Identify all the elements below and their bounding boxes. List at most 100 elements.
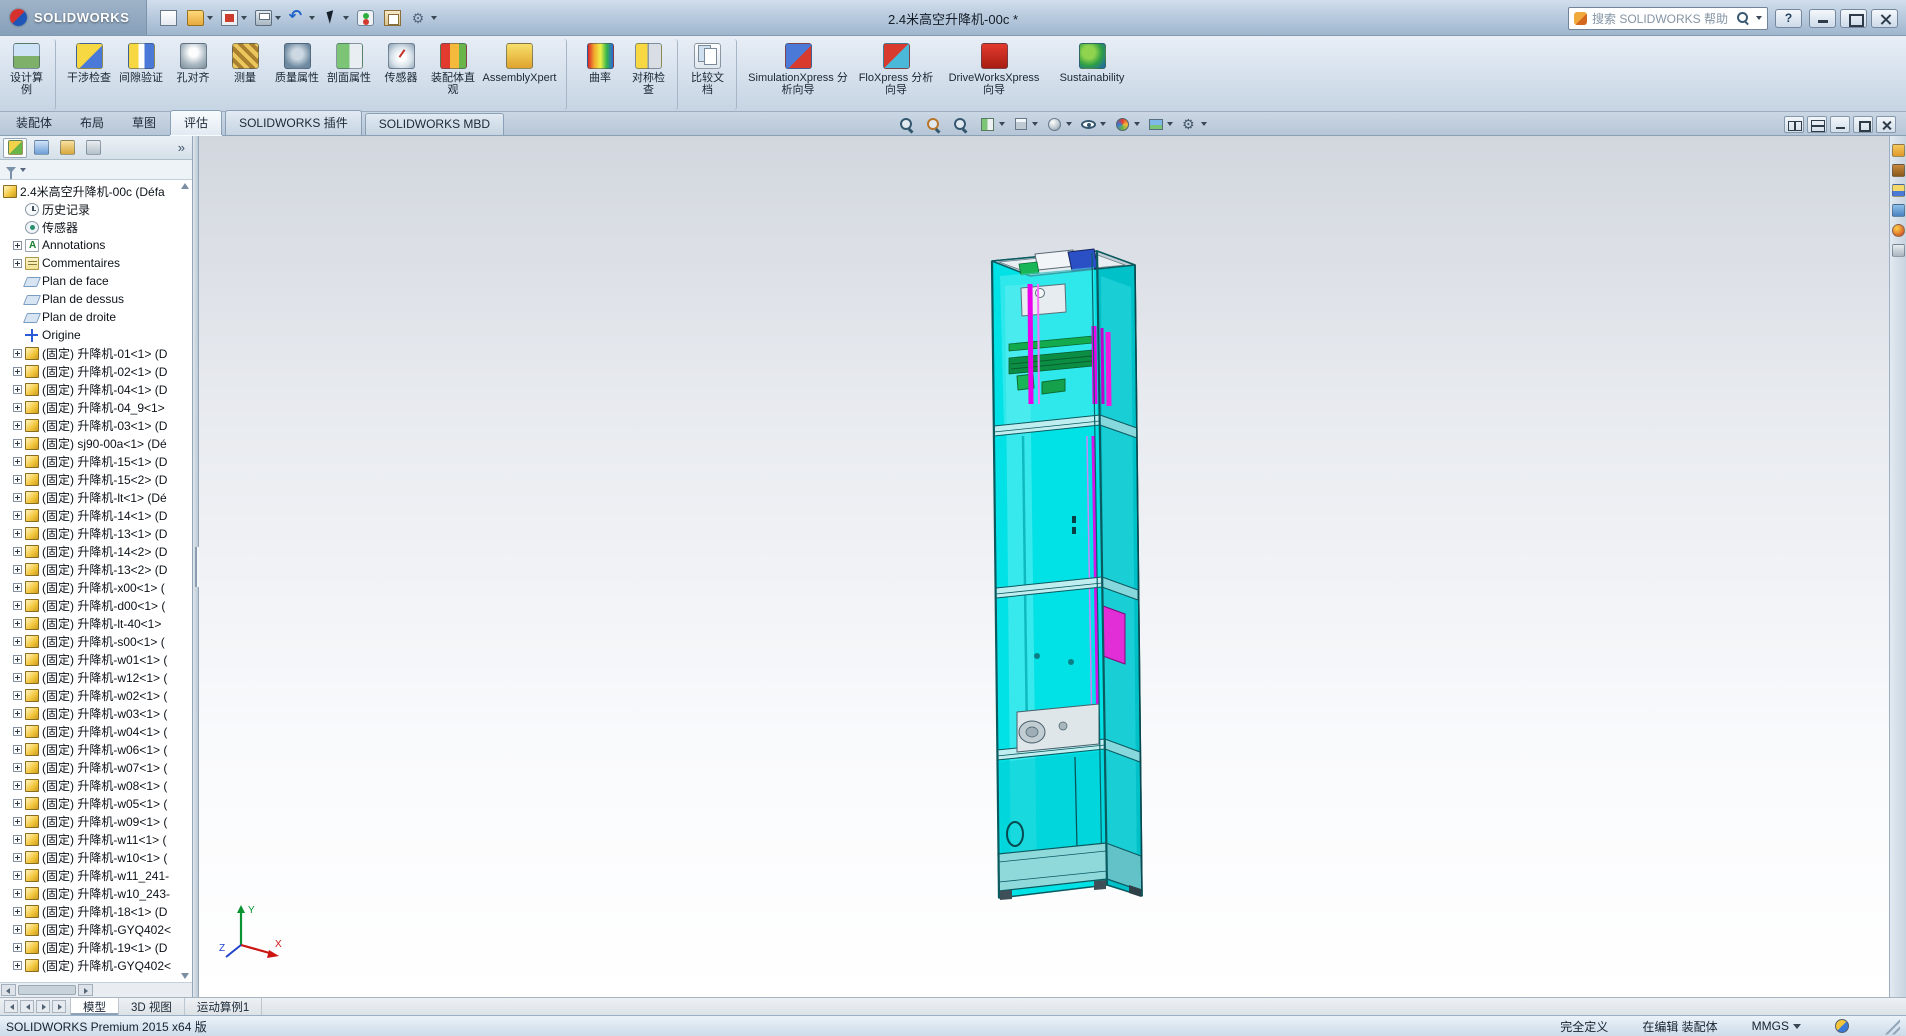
tree-scroll-up-icon[interactable] bbox=[181, 183, 189, 189]
zoom-to-fit-icon[interactable] bbox=[895, 114, 920, 134]
tab-layout[interactable]: 布局 bbox=[66, 110, 118, 135]
tree-item[interactable]: (固定) 升降机-w02<1> ( bbox=[0, 686, 192, 704]
tree-horizontal-scrollbar[interactable] bbox=[0, 982, 192, 997]
tree-item[interactable]: (固定) 升降机-w03<1> ( bbox=[0, 704, 192, 722]
expand-icon[interactable] bbox=[13, 313, 22, 322]
compare-documents-button[interactable]: 比较文档 bbox=[685, 39, 737, 110]
tree-item[interactable]: (固定) 升降机-GYQ402< bbox=[0, 920, 192, 938]
expand-icon[interactable] bbox=[13, 600, 22, 610]
expand-icon[interactable] bbox=[13, 348, 22, 358]
print-icon[interactable] bbox=[252, 8, 284, 28]
graphics-viewport[interactable]: Y X Z bbox=[199, 136, 1889, 997]
design-study-button[interactable]: 设计算例 bbox=[4, 39, 56, 110]
tree-item[interactable]: (固定) 升降机-02<1> (D bbox=[0, 362, 192, 380]
expand-icon[interactable] bbox=[13, 870, 22, 880]
expand-icon[interactable] bbox=[13, 636, 22, 646]
expand-icon[interactable] bbox=[13, 546, 22, 556]
tree-item[interactable]: (固定) 升降机-13<1> (D bbox=[0, 524, 192, 542]
expand-icon[interactable] bbox=[13, 420, 22, 430]
expand-icon[interactable] bbox=[13, 240, 22, 250]
tree-item[interactable]: (固定) 升降机-01<1> (D bbox=[0, 344, 192, 362]
tree-item[interactable]: (固定) 升降机-19<1> (D bbox=[0, 938, 192, 956]
expand-icon[interactable] bbox=[13, 223, 22, 232]
tree-item[interactable]: (固定) 升降机-w09<1> ( bbox=[0, 812, 192, 830]
tree-item[interactable]: (固定) 升降机-w12<1> ( bbox=[0, 668, 192, 686]
select-icon[interactable] bbox=[320, 8, 352, 28]
expand-icon[interactable] bbox=[13, 510, 22, 520]
expand-icon[interactable] bbox=[13, 744, 22, 754]
filter-dropdown-icon[interactable] bbox=[20, 167, 26, 172]
tree-scroll-down-icon[interactable] bbox=[181, 973, 189, 979]
next-tab-icon[interactable] bbox=[36, 1000, 50, 1013]
tab-sketch[interactable]: 草图 bbox=[118, 110, 170, 135]
expand-icon[interactable] bbox=[13, 205, 22, 214]
expand-icon[interactable] bbox=[13, 780, 22, 790]
display-style-icon[interactable] bbox=[1043, 114, 1075, 134]
tab-evaluate[interactable]: 评估 bbox=[170, 110, 223, 135]
expand-icon[interactable] bbox=[13, 708, 22, 718]
mass-properties-button[interactable]: 质量属性 bbox=[271, 39, 323, 110]
search-dropdown-icon[interactable] bbox=[1756, 16, 1762, 20]
expand-icon[interactable] bbox=[13, 384, 22, 394]
configurationmanager-tab[interactable] bbox=[55, 138, 79, 158]
tree-item[interactable]: (固定) 升降机-15<1> (D bbox=[0, 452, 192, 470]
expand-icon[interactable] bbox=[13, 331, 22, 340]
search-icon[interactable] bbox=[1736, 11, 1750, 25]
tree-item[interactable]: (固定) 升降机-w05<1> ( bbox=[0, 794, 192, 812]
expand-icon[interactable] bbox=[13, 816, 22, 826]
doc-tab-motion-study-1[interactable]: 运动算例1 bbox=[185, 998, 263, 1015]
tree-item[interactable]: Origine bbox=[0, 326, 192, 344]
tree-item[interactable]: (固定) 升降机-03<1> (D bbox=[0, 416, 192, 434]
filter-icon[interactable] bbox=[6, 166, 16, 179]
tree-item[interactable]: (固定) 升降机-w11<1> ( bbox=[0, 830, 192, 848]
expand-icon[interactable] bbox=[13, 295, 22, 304]
tree-item[interactable]: (固定) 升降机-s00<1> ( bbox=[0, 632, 192, 650]
open-icon[interactable] bbox=[184, 8, 216, 28]
scrollbar-thumb[interactable] bbox=[18, 985, 76, 995]
search-input[interactable]: 搜索 SOLIDWORKS 帮助 bbox=[1568, 6, 1768, 30]
tree-item[interactable]: (固定) 升降机-14<2> (D bbox=[0, 542, 192, 560]
tree-item[interactable]: (固定) 升降机-18<1> (D bbox=[0, 902, 192, 920]
resize-grip[interactable] bbox=[1883, 1017, 1900, 1035]
curvature-button[interactable]: 曲率 bbox=[574, 39, 626, 110]
window-maximize-button[interactable] bbox=[1840, 8, 1867, 28]
elevator-assembly-model[interactable] bbox=[199, 136, 1889, 997]
expand-icon[interactable] bbox=[13, 672, 22, 682]
tree-item[interactable]: (固定) 升降机-w11_241- bbox=[0, 866, 192, 884]
tree-item[interactable]: Plan de dessus bbox=[0, 290, 192, 308]
tree-item[interactable]: (固定) 升降机-w07<1> ( bbox=[0, 758, 192, 776]
expand-icon[interactable] bbox=[13, 852, 22, 862]
tree-item[interactable]: Plan de face bbox=[0, 272, 192, 290]
tab-assembly[interactable]: 装配体 bbox=[2, 110, 66, 135]
file-properties-icon[interactable] bbox=[381, 8, 406, 28]
close-document-icon[interactable] bbox=[1876, 116, 1896, 133]
tree-item[interactable]: (固定) 升降机-w04<1> ( bbox=[0, 722, 192, 740]
tree-item[interactable]: (固定) 升降机-w06<1> ( bbox=[0, 740, 192, 758]
assembly-visualization-button[interactable]: 装配体直观 bbox=[427, 39, 479, 110]
dimxpertmanager-tab[interactable] bbox=[81, 138, 105, 158]
tree-item[interactable]: (固定) 升降机-w10<1> ( bbox=[0, 848, 192, 866]
tree-item[interactable]: (固定) 升降机-14<1> (D bbox=[0, 506, 192, 524]
rebuild-icon[interactable] bbox=[354, 8, 379, 28]
view-orientation-icon[interactable] bbox=[1010, 114, 1041, 134]
undo-icon[interactable] bbox=[286, 8, 318, 28]
tree-item[interactable]: 历史记录 bbox=[0, 200, 192, 218]
edit-appearance-icon[interactable] bbox=[1111, 114, 1143, 134]
tree-item[interactable]: (固定) 升降机-w08<1> ( bbox=[0, 776, 192, 794]
tree-item[interactable]: (固定) 升降机-04_9<1> bbox=[0, 398, 192, 416]
new-document-icon[interactable] bbox=[157, 8, 182, 28]
tree-item[interactable]: (固定) 升降机-w01<1> ( bbox=[0, 650, 192, 668]
tree-root-item[interactable]: 2.4米高空升降机-00c (Défa bbox=[0, 182, 192, 200]
expand-icon[interactable] bbox=[13, 960, 22, 970]
first-tab-icon[interactable] bbox=[4, 1000, 18, 1013]
last-tab-icon[interactable] bbox=[52, 1000, 66, 1013]
tree-item[interactable]: 传感器 bbox=[0, 218, 192, 236]
options-icon[interactable] bbox=[408, 8, 440, 28]
scroll-right-icon[interactable] bbox=[78, 984, 93, 996]
doc-tab-model[interactable]: 模型 bbox=[71, 998, 119, 1015]
tab-solidworks-addins[interactable]: SOLIDWORKS 插件 bbox=[225, 110, 362, 135]
tree-item[interactable]: Plan de droite bbox=[0, 308, 192, 326]
expand-icon[interactable] bbox=[13, 492, 22, 502]
save-icon[interactable] bbox=[218, 8, 250, 28]
tree-item[interactable]: (固定) 升降机-04<1> (D bbox=[0, 380, 192, 398]
